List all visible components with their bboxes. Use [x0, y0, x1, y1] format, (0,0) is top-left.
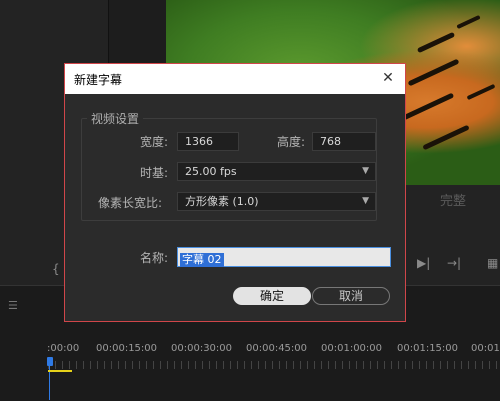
- timebase-value: 25.00 fps: [185, 165, 237, 178]
- resolution-dropdown[interactable]: 完整: [440, 190, 466, 209]
- timeline-ruler[interactable]: [48, 361, 500, 369]
- ok-button[interactable]: 确定: [233, 287, 311, 305]
- timecode-label: 00:00:30:00: [171, 343, 233, 354]
- insert-icon[interactable]: →|: [447, 256, 461, 270]
- name-input-value: 字幕 02: [180, 253, 224, 267]
- dialog-titlebar[interactable]: 新建字幕 ✕: [65, 64, 405, 94]
- timecode-label: :00:00: [47, 343, 80, 354]
- timecode-label: 00:01:15:00: [397, 343, 459, 354]
- work-area-bar[interactable]: [48, 370, 72, 372]
- timeline-ruler-timecodes: :00:00 00:00:15:00 00:00:30:00 00:00:45:…: [0, 343, 500, 357]
- step-forward-icon[interactable]: ▶|: [417, 256, 430, 270]
- timeline-menu-icon[interactable]: ☰: [8, 299, 18, 312]
- name-label: 名称:: [140, 251, 169, 265]
- playhead-handle[interactable]: [47, 357, 53, 366]
- video-settings-legend: 视频设置: [87, 110, 144, 127]
- name-input[interactable]: 字幕 02: [177, 247, 391, 267]
- timecode-label: 00:01:: [471, 343, 500, 354]
- chevron-down-icon: ▼: [362, 166, 369, 176]
- width-label: 宽度:: [140, 135, 169, 149]
- new-caption-dialog: 新建字幕 ✕ 视频设置 宽度: 1366 高度: 768 时基: 25.00 f…: [64, 63, 406, 322]
- dialog-title: 新建字幕: [74, 73, 123, 87]
- close-icon[interactable]: ✕: [377, 67, 399, 89]
- timebase-select[interactable]: 25.00 fps ▼: [177, 162, 376, 181]
- height-field[interactable]: 768: [312, 132, 376, 151]
- chevron-down-icon: ▼: [362, 196, 369, 206]
- pixel-aspect-select[interactable]: 方形像素 (1.0) ▼: [177, 192, 376, 211]
- timebase-label: 时基:: [140, 166, 169, 180]
- cancel-button[interactable]: 取消: [312, 287, 390, 305]
- timecode-label: 00:00:15:00: [96, 343, 158, 354]
- width-field[interactable]: 1366: [177, 132, 239, 151]
- timecode-label: 00:00:45:00: [246, 343, 308, 354]
- timecode-label: 00:01:00:00: [321, 343, 383, 354]
- export-frame-icon[interactable]: ▦: [487, 256, 498, 270]
- height-label: 高度:: [277, 135, 306, 149]
- mark-in-icon[interactable]: {: [52, 262, 60, 276]
- pixel-aspect-label: 像素长宽比:: [98, 196, 163, 210]
- pixel-aspect-value: 方形像素 (1.0): [185, 195, 259, 208]
